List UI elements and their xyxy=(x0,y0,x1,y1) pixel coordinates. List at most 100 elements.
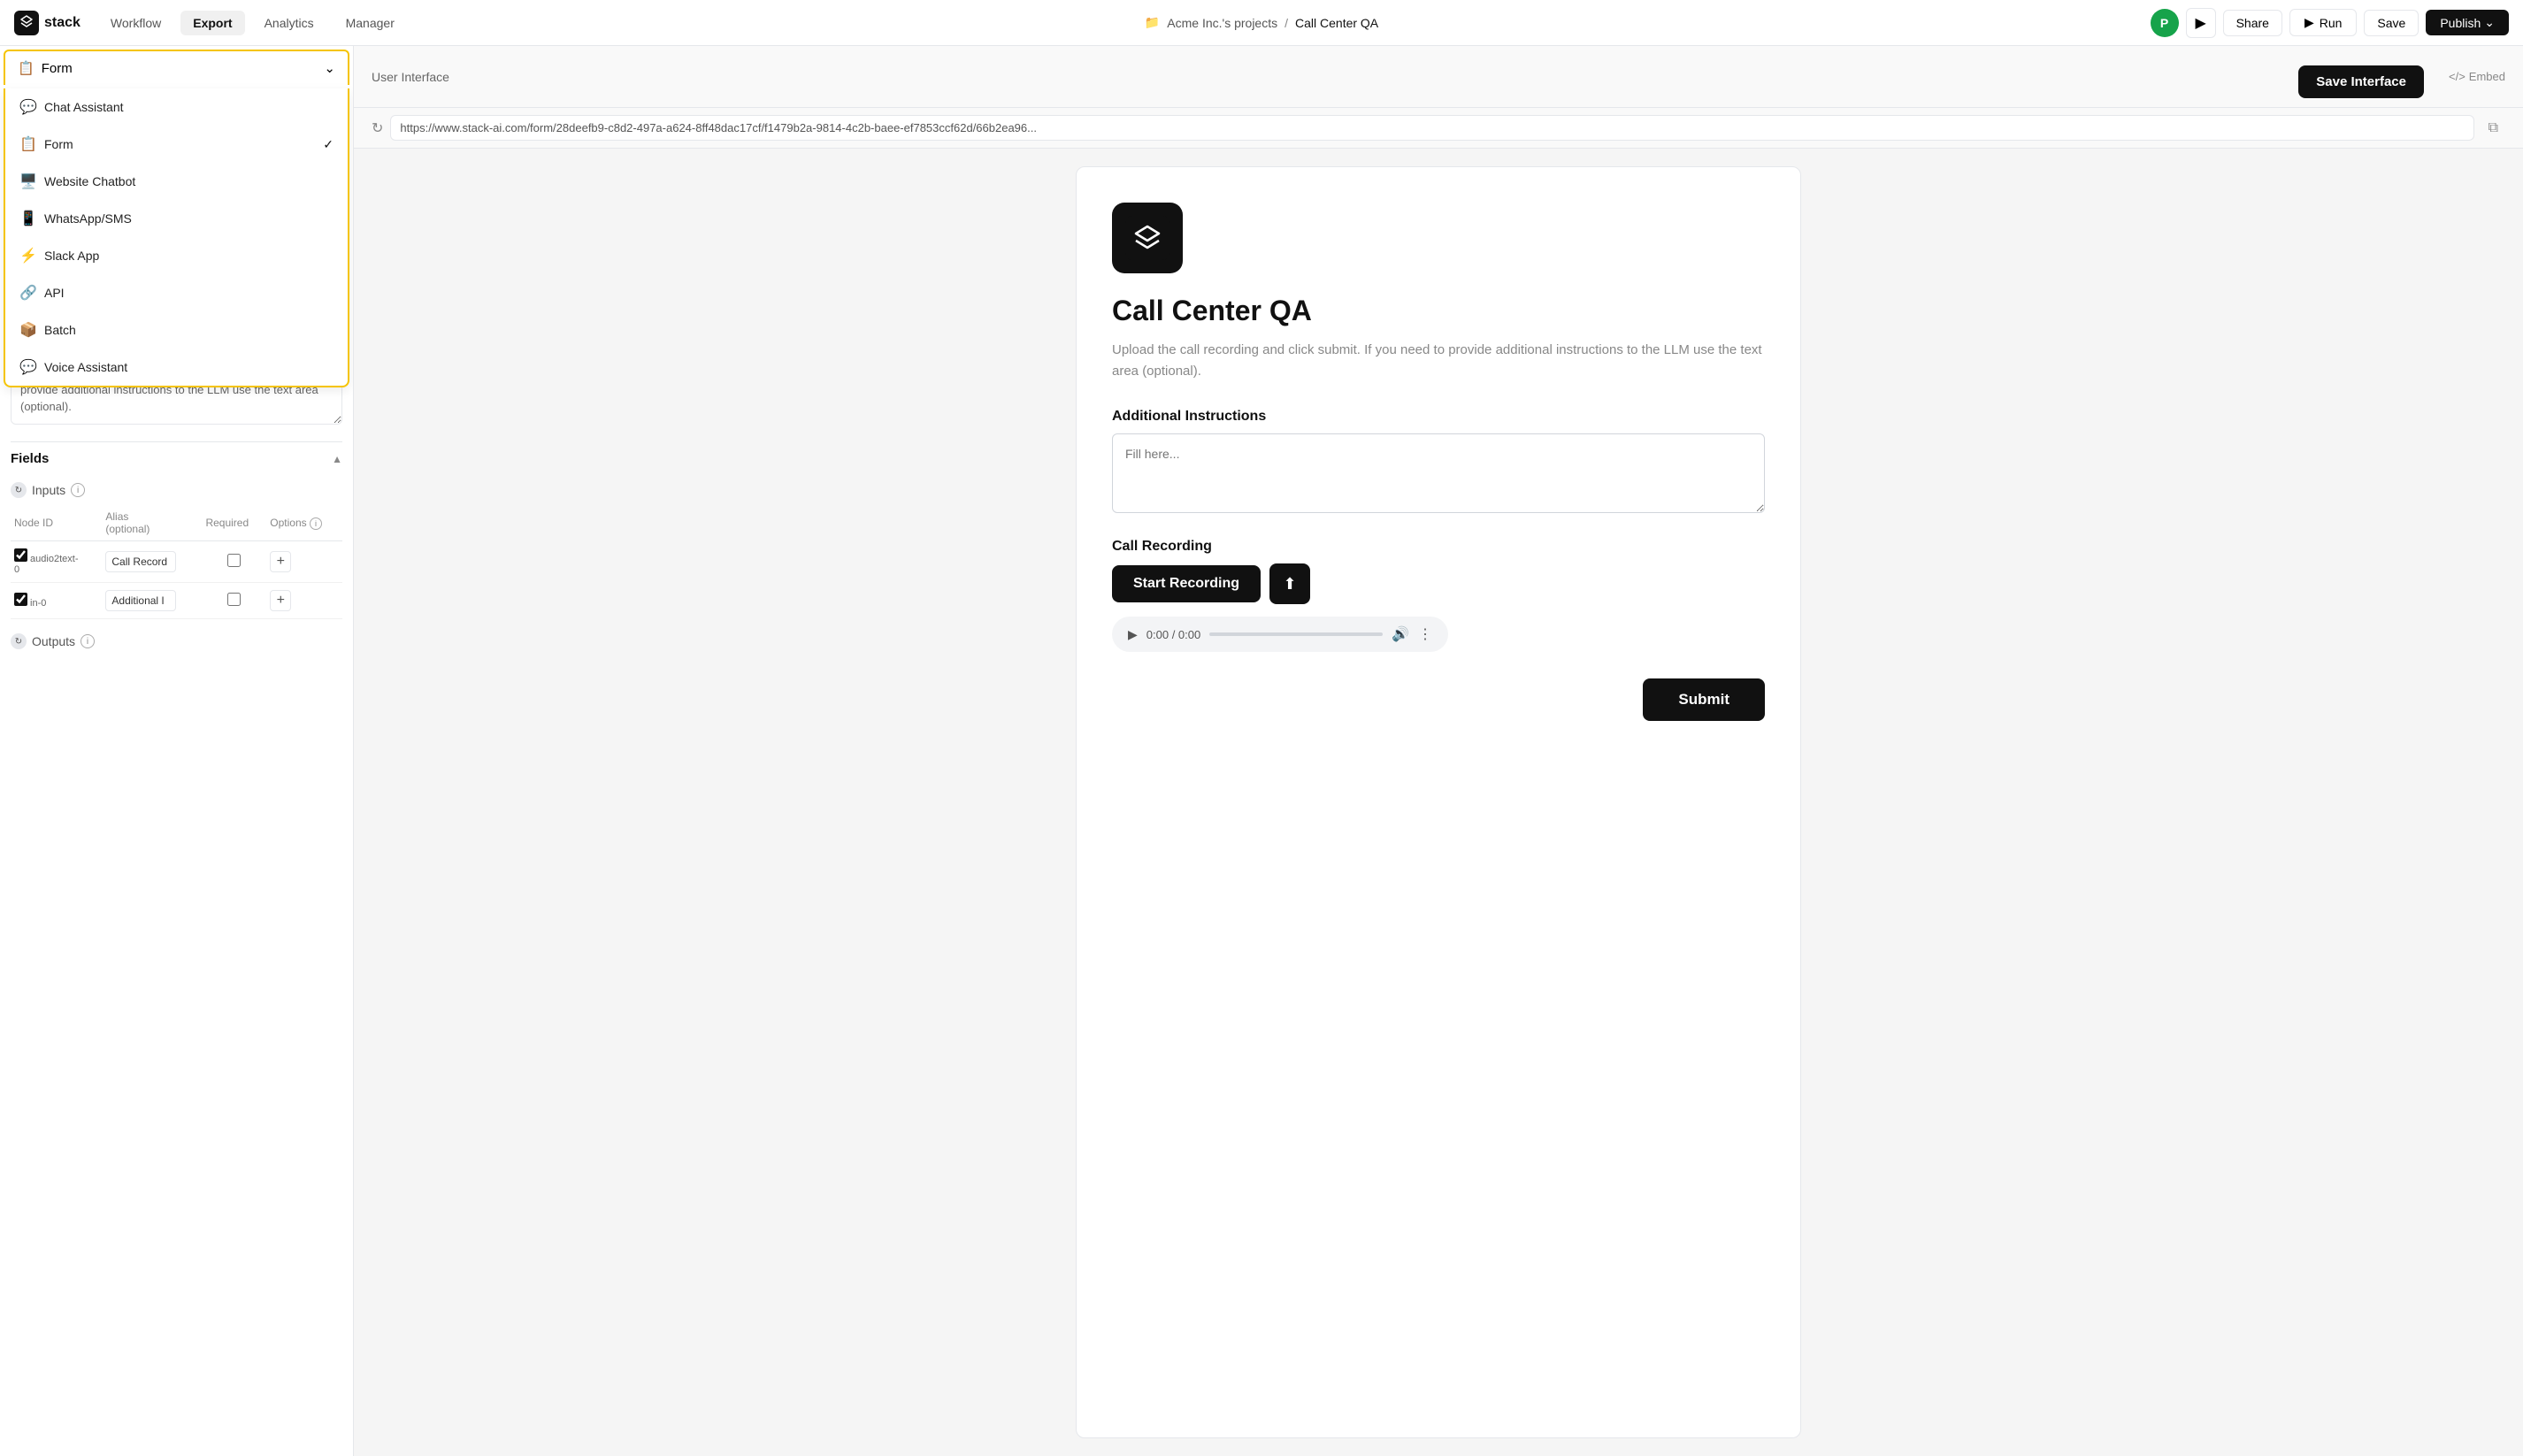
audio-player: ▶ 0:00 / 0:00 🔊 ⋮ xyxy=(1112,617,1448,652)
col-required: Required xyxy=(202,505,266,541)
col-node-id: Node ID xyxy=(11,505,102,541)
topbar: stack Workflow Export Analytics Manager … xyxy=(0,0,2523,46)
embed-label: Embed xyxy=(2469,70,2505,83)
row0-checkbox[interactable] xyxy=(14,548,27,562)
start-recording-button[interactable]: Start Recording xyxy=(1112,565,1261,602)
preview-description: Upload the call recording and click subm… xyxy=(1112,340,1765,382)
main-layout: 📋 Form ⌄ 💬 Chat Assistant 📋 Form ✓ 🖥️ We… xyxy=(0,46,2523,1456)
inputs-section: ↻ Inputs i xyxy=(11,482,342,498)
fields-chevron-icon: ▲ xyxy=(332,453,342,465)
additional-instructions-input[interactable] xyxy=(1112,433,1765,513)
slack-app-label: Slack App xyxy=(44,249,99,263)
menu-item-voice-assistant[interactable]: 💬 Voice Assistant xyxy=(5,349,348,386)
required-checkbox-1[interactable] xyxy=(227,593,241,606)
copy-icon[interactable]: ⧉ xyxy=(2481,117,2505,140)
preview-title: Call Center QA xyxy=(1112,295,1765,327)
embed-link[interactable]: </> Embed xyxy=(2449,70,2505,83)
project-name: Acme Inc.'s projects xyxy=(1167,16,1277,30)
refresh-icon[interactable]: ↻ xyxy=(372,119,383,137)
interface-label: User Interface xyxy=(372,70,449,84)
submit-button[interactable]: Submit xyxy=(1643,678,1765,721)
upload-icon: ⬆ xyxy=(1283,575,1296,594)
voice-assistant-label: Voice Assistant xyxy=(44,360,127,374)
outputs-label: Outputs xyxy=(32,634,75,648)
interface-bar: User Interface Save Interface </> Embed xyxy=(354,46,2523,108)
menu-item-slack-app[interactable]: ⚡ Slack App xyxy=(5,237,348,274)
play-button[interactable]: ▶ xyxy=(1128,627,1138,642)
breadcrumb-separator: / xyxy=(1285,16,1288,30)
chevron-down-icon: ⌄ xyxy=(2484,15,2495,30)
menu-item-website-chatbot[interactable]: 🖥️ Website Chatbot xyxy=(5,163,348,200)
outputs-circle-icon: ↻ xyxy=(11,633,27,649)
logo-icon xyxy=(14,11,39,35)
content-area: User Interface Save Interface </> Embed … xyxy=(354,46,2523,1456)
outputs-section: ↻ Outputs i xyxy=(11,633,342,649)
upload-button[interactable]: ⬆ xyxy=(1269,563,1310,604)
menu-item-chat-assistant[interactable]: 💬 Chat Assistant xyxy=(5,88,348,126)
current-page: Call Center QA xyxy=(1295,16,1378,30)
nav-workflow[interactable]: Workflow xyxy=(98,11,173,35)
preview-card: Call Center QA Upload the call recording… xyxy=(1076,166,1801,1438)
menu-item-batch[interactable]: 📦 Batch xyxy=(5,311,348,349)
save-interface-button[interactable]: Save Interface xyxy=(2298,65,2424,98)
voice-assistant-icon: 💬 xyxy=(19,358,35,376)
node-id-0: audio2text-0 xyxy=(11,541,102,583)
time-display: 0:00 / 0:00 xyxy=(1146,628,1200,641)
table-row: audio2text-0 + xyxy=(11,541,342,583)
api-icon: 🔗 xyxy=(19,284,35,302)
progress-bar[interactable] xyxy=(1209,632,1383,636)
url-input[interactable] xyxy=(390,115,2473,141)
form-label: Form xyxy=(44,137,73,151)
menu-item-whatsapp-sms[interactable]: 📱 WhatsApp/SMS xyxy=(5,200,348,237)
embed-code-icon: </> xyxy=(2449,70,2465,83)
sidebar: 📋 Form ⌄ 💬 Chat Assistant 📋 Form ✓ 🖥️ We… xyxy=(0,46,354,1456)
add-option-btn-0[interactable]: + xyxy=(270,551,291,572)
outputs-info-icon: i xyxy=(81,634,95,648)
options-info-icon: i xyxy=(310,517,322,530)
inputs-label: Inputs xyxy=(32,483,65,497)
add-option-btn-1[interactable]: + xyxy=(270,590,291,611)
alias-input-0[interactable] xyxy=(105,551,176,572)
alias-input-1[interactable] xyxy=(105,590,176,611)
dropdown-label: Form xyxy=(42,61,73,76)
menu-item-form[interactable]: 📋 Form ✓ xyxy=(5,126,348,163)
sidebar-content: Upload the call recording and click Subm… xyxy=(0,354,353,1456)
topbar-right: P ▶ Share ▶ Run Save Publish ⌄ xyxy=(2151,8,2509,38)
run-play-icon: ▶ xyxy=(2304,15,2314,30)
save-button[interactable]: Save xyxy=(2364,10,2419,36)
publish-button[interactable]: Publish ⌄ xyxy=(2426,10,2509,35)
chat-assistant-icon: 💬 xyxy=(19,98,35,116)
inputs-circle-icon: ↻ xyxy=(11,482,27,498)
call-recording-label: Call Recording xyxy=(1112,539,1765,555)
website-chatbot-icon: 🖥️ xyxy=(19,172,35,190)
play-icon-btn[interactable]: ▶ xyxy=(2186,8,2216,38)
nav-analytics[interactable]: Analytics xyxy=(252,11,326,35)
api-label: API xyxy=(44,286,65,300)
app-logo: stack xyxy=(14,11,81,35)
form-menu-icon: 📋 xyxy=(19,135,35,153)
fields-label: Fields xyxy=(11,451,49,466)
options-cell-1: + xyxy=(266,583,342,619)
row1-checkbox[interactable] xyxy=(14,593,27,606)
chat-assistant-label: Chat Assistant xyxy=(44,100,124,114)
whatsapp-sms-label: WhatsApp/SMS xyxy=(44,211,132,226)
interface-type-dropdown[interactable]: 📋 Form ⌄ xyxy=(4,50,349,85)
volume-icon[interactable]: 🔊 xyxy=(1392,625,1409,643)
menu-item-api[interactable]: 🔗 API xyxy=(5,274,348,311)
fields-table: Node ID Alias(optional) Required Options… xyxy=(11,505,342,619)
fields-header: Fields ▲ xyxy=(11,441,342,475)
run-button[interactable]: ▶ Run xyxy=(2289,9,2357,36)
preview-logo-icon xyxy=(1125,216,1169,260)
whatsapp-sms-icon: 📱 xyxy=(19,210,35,227)
dropdown-chevron: ⌄ xyxy=(324,60,335,76)
alias-cell-0 xyxy=(102,541,202,583)
batch-label: Batch xyxy=(44,323,76,337)
recording-controls: Start Recording ⬆ xyxy=(1112,563,1765,604)
nav-export[interactable]: Export xyxy=(180,11,244,35)
nav-manager[interactable]: Manager xyxy=(334,11,407,35)
required-cell-1 xyxy=(202,583,266,619)
more-options-icon[interactable]: ⋮ xyxy=(1418,625,1432,643)
website-chatbot-label: Website Chatbot xyxy=(44,174,135,188)
required-checkbox-0[interactable] xyxy=(227,554,241,567)
share-button[interactable]: Share xyxy=(2223,10,2282,36)
